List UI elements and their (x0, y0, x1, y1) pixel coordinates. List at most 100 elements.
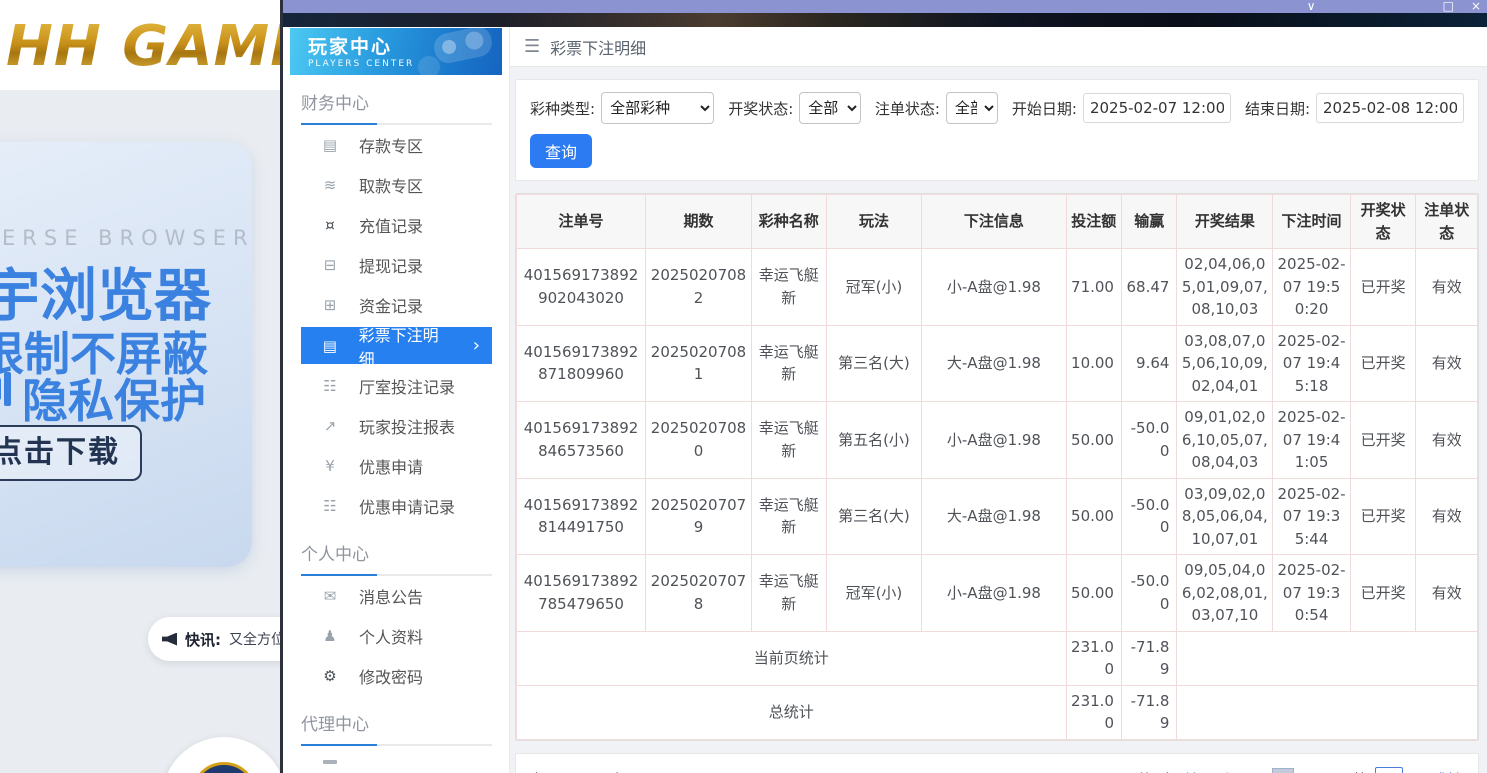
table-column-header: 注单状态 (1415, 194, 1478, 249)
sidebar-item-label: 厅室投注记录 (359, 378, 456, 397)
start-date-input[interactable] (1082, 93, 1231, 123)
sidebar-item-deposit-zone[interactable]: ▤ 存款专区 (301, 125, 492, 165)
list-icon: ☷ (323, 497, 337, 515)
order-status-select[interactable]: 全部 (945, 92, 998, 124)
close-window-icon[interactable]: × (1471, 0, 1481, 13)
end-date-input[interactable] (1316, 93, 1464, 123)
table-cell: 已开奖 (1349, 477, 1417, 555)
table-cell: 幸运飞艇新 (750, 477, 827, 555)
summary-label: 当前页统计 (516, 630, 1067, 686)
doc-icon: ▤ (322, 336, 337, 355)
table-cell: 有效 (1415, 248, 1478, 326)
table-cell: 有效 (1415, 477, 1478, 555)
table-cell: 401569173892814491750 (515, 477, 647, 555)
wallet-icon: ⊟ (323, 256, 337, 274)
table-cell: 401569173892902043020 (515, 248, 647, 326)
sidebar-item-label: 玩家投注报表 (359, 418, 456, 437)
table-column-header: 投注额 (1065, 194, 1122, 249)
table-cell: 冠军(小) (825, 554, 923, 632)
total-count-text: 共5条 (1137, 769, 1177, 773)
next-page-link[interactable]: 下一页 (1301, 769, 1346, 773)
table-cell: 50.00 (1065, 401, 1122, 479)
order-status-label: 注单状态: (874, 99, 940, 118)
sidebar-item-withdraw-zone[interactable]: ≋ 取款专区 (301, 165, 492, 205)
sidebar-item-funds-records[interactable]: ⊞ 资金记录 (301, 285, 492, 325)
customer-service-logo (191, 762, 257, 773)
table-cell: 小-A盘@1.98 (921, 248, 1067, 326)
lottery-type-select[interactable]: 全部彩种 (601, 92, 715, 124)
search-button[interactable]: 查询 (530, 134, 593, 168)
draw-status-select[interactable]: 全部 (799, 92, 861, 124)
table-cell: 小-A盘@1.98 (921, 554, 1067, 632)
bell-icon: ✉ (323, 587, 337, 605)
table-cell: 已开奖 (1349, 554, 1417, 632)
prev-page-link[interactable]: 上一页 (1220, 769, 1265, 773)
maximize-window-icon[interactable]: □ (1443, 0, 1454, 13)
sidebar-item-player-bet-report[interactable]: ↗ 玩家投注报表 (301, 406, 492, 446)
filter-panel: 彩种类型: 全部彩种 开奖状态: 全部 注单状态: 全部 开始日期: 结束日期: (515, 79, 1479, 181)
gear-icon: ⚙ (323, 667, 337, 685)
sidebar-item-change-password[interactable]: ⚙ 修改密码 (301, 656, 492, 696)
withdraw-icon: ≋ (323, 176, 337, 194)
ticker-label: 快讯: (185, 630, 221, 649)
sidebar-item-promo-apply-records[interactable]: ☷ 优惠申请记录 (301, 486, 492, 526)
jump-button[interactable]: 跳转 (1432, 769, 1462, 773)
first-page-link[interactable]: 首页 (1183, 769, 1213, 773)
table-cell: 9.64 (1120, 324, 1178, 402)
card-icon: ▤ (322, 136, 338, 154)
table-cell: 已开奖 (1349, 401, 1417, 479)
menu-hamburger-icon[interactable]: ☰ (524, 36, 540, 57)
table-cell: 20250207079 (645, 477, 752, 555)
page-title: 彩票下注明细 (550, 38, 647, 58)
sidebar-item-promo-apply[interactable]: ¥ 优惠申请 (301, 446, 492, 486)
partial-menu-item (301, 746, 492, 764)
sidebar-item-label: 优惠申请 (359, 458, 424, 477)
browser-ad-banner: ERSE BROWSER 宇浏览器 限制不屏蔽 隐私保护 点击下载 (0, 142, 252, 567)
moneybag-icon: ¤ (325, 216, 335, 234)
table-cell: 有效 (1415, 324, 1478, 402)
table-column-header: 彩种名称 (750, 194, 827, 249)
table-cell: 幸运飞艇新 (750, 324, 827, 402)
sidebar-item-label: 提现记录 (359, 257, 424, 276)
table-cell: 有效 (1415, 401, 1478, 479)
table-row: 401569173892814491750 20250207079 幸运飞艇新 第三名… (515, 477, 1478, 555)
table-cell: 401569173892785479650 (515, 554, 647, 632)
collapse-window-icon[interactable]: ∨ (1307, 0, 1316, 13)
table-cell: 03,08,07,05,06,10,09,02,04,01 (1176, 324, 1274, 402)
table-cell: 401569173892871809960 (515, 324, 647, 402)
page-jump-input[interactable] (1374, 767, 1403, 773)
table-cell: 小-A盘@1.98 (921, 401, 1067, 479)
news-ticker: 快讯: 又全方位 (148, 617, 300, 661)
table-cell: 71.00 (1065, 248, 1122, 326)
table-cell: 50.00 (1065, 477, 1122, 555)
user-icon: ♟ (323, 627, 337, 645)
sidebar-item-recharge-records[interactable]: ¤ 充值记录 (301, 205, 492, 245)
table-column-header: 注单号 (515, 194, 647, 249)
table-cell: -50.00 (1120, 477, 1178, 555)
sidebar-item-label: 存款专区 (359, 137, 424, 156)
summary-empty-cell (1176, 630, 1478, 686)
decor-circle (418, 56, 440, 75)
site-logo[interactable]: HH GAME (6, 14, 310, 79)
player-center-window: ∨ □ × 玩家中心 PLAYERS CENTER 财务中心 ▤ 存款专区 ≋ 取款专区 ¤ 充… (280, 0, 1487, 773)
summary-win-loss: -71.89 (1120, 630, 1178, 686)
sidebar-item-withdraw-records[interactable]: ⊟ 提现记录 (301, 245, 492, 285)
table-column-header: 期数 (645, 194, 752, 249)
sidebar-item-label: 个人资料 (359, 628, 424, 647)
summary-row: 当前页统计 231.00 -71.89 (516, 630, 1478, 686)
pagination-bar: 每页显示20条 共5条 首页 上一页 1 下一页 第 页 跳转 (515, 752, 1479, 773)
sidebar-item-label: 修改密码 (359, 668, 424, 687)
sidebar-item-lottery-bet-details[interactable]: ▤ 彩票下注明细 › (301, 326, 492, 369)
sidebar: 玩家中心 PLAYERS CENTER 财务中心 ▤ 存款专区 ≋ 取款专区 ¤ 充值记录 ⊟… (283, 27, 510, 773)
customer-service-button[interactable] (162, 737, 286, 773)
table-row: 401569173892846573560 20250207080 幸运飞艇新 第五名… (515, 401, 1478, 479)
table-cell: 大-A盘@1.98 (921, 324, 1067, 402)
section-divider (301, 123, 492, 125)
sidebar-item-profile[interactable]: ♟ 个人资料 (301, 616, 492, 656)
sidebar-item-hall-bet-records[interactable]: ☷ 厅室投注记录 (301, 366, 492, 406)
table-header-row: 注单号 期数 彩种名称 玩法 下注信息 投注额 输赢 开奖结果 下注时间 开奖状态 注单状态 (515, 194, 1478, 249)
table-cell: 2025-02-07 19:41:05 (1272, 401, 1351, 479)
sidebar-item-announcements[interactable]: ✉ 消息公告 (301, 576, 492, 616)
table-cell: 幸运飞艇新 (750, 248, 827, 326)
download-button[interactable]: 点击下载 (0, 425, 142, 481)
